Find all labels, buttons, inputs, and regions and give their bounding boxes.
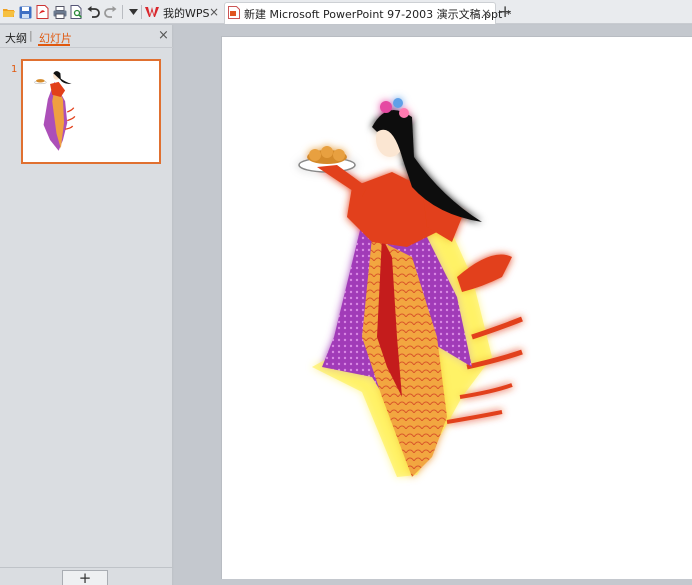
slide-number: 1 [11, 64, 18, 75]
panel-tabs: 大纲 | 幻灯片 × [0, 25, 173, 48]
tab-divider: | [29, 29, 33, 42]
close-panel-icon[interactable]: × [158, 28, 169, 43]
add-slide-button[interactable]: + [62, 570, 108, 585]
tab-document[interactable]: 新建 Microsoft PowerPoint 97-2003 演示文稿.ppt… [224, 2, 511, 24]
slide-panel: 大纲 | 幻灯片 × 1 + [0, 25, 173, 585]
presentation-file-icon [228, 5, 240, 22]
dropdown-icon[interactable] [126, 4, 141, 20]
undo-icon[interactable] [86, 4, 101, 20]
export-pdf-icon[interactable] [35, 4, 50, 20]
slide-canvas[interactable] [221, 36, 692, 579]
tab-outline[interactable]: 大纲 [5, 30, 27, 46]
print-icon[interactable] [52, 4, 67, 20]
redo-icon[interactable] [103, 4, 118, 20]
save-icon[interactable] [18, 4, 33, 20]
divider [0, 567, 173, 568]
close-tab-icon[interactable]: × [209, 5, 219, 19]
open-folder-icon[interactable] [1, 4, 16, 20]
active-tab-underline [38, 44, 70, 46]
tab-my-wps[interactable]: 我的WPS × [145, 2, 223, 24]
new-tab-button[interactable]: + [498, 2, 512, 22]
slide-thumbnail-image [34, 71, 76, 151]
slide-illustration [298, 98, 523, 477]
print-preview-icon[interactable] [69, 4, 84, 20]
close-tab-icon[interactable]: × [481, 6, 491, 20]
slide-workspace [174, 25, 692, 585]
wps-logo-icon [145, 6, 159, 21]
toolbar-separator [141, 5, 142, 19]
tab-label: 新建 Microsoft PowerPoint 97-2003 演示文稿.ppt… [244, 7, 512, 21]
slide-thumbnail[interactable] [21, 59, 161, 164]
toolbar-separator [122, 5, 123, 19]
divider [0, 47, 173, 48]
title-bar: 我的WPS × 新建 Microsoft PowerPoint 97-2003 … [0, 0, 692, 24]
tab-label: 我的WPS [163, 7, 210, 20]
